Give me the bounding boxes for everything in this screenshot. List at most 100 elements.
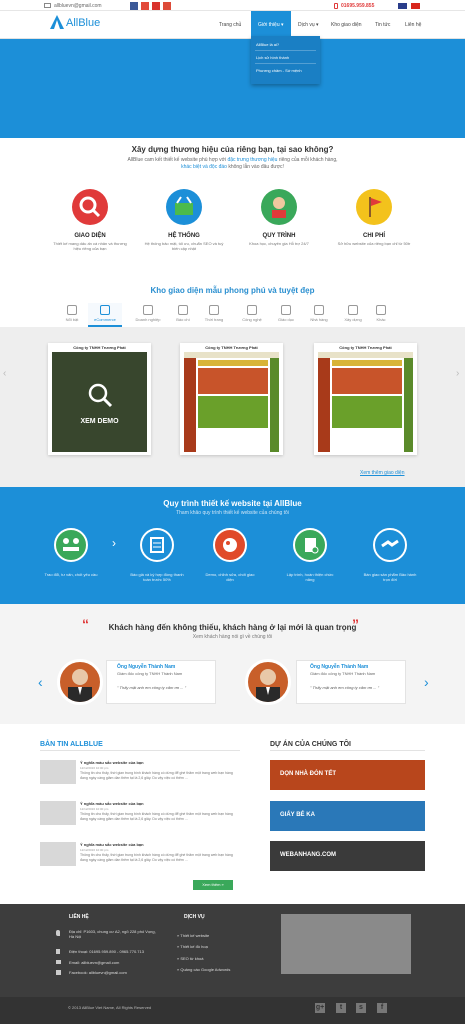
logo-icon[interactable] — [50, 15, 64, 29]
cost-feature-icon — [356, 189, 392, 225]
template-name: Công ty TNHH Trương Phát — [205, 345, 258, 350]
location-icon — [56, 930, 60, 936]
tab-education[interactable]: Giáo dục — [272, 303, 300, 327]
template-card[interactable]: Công ty TNHH Trương Phát — [180, 343, 283, 455]
footer-facebook[interactable]: Facebook: allbluevn@gmail.com — [69, 970, 127, 975]
footer-service-item[interactable]: » Thiết kế website — [177, 933, 209, 938]
youtube-icon[interactable] — [152, 2, 160, 10]
news-item-title[interactable]: Ý nghĩa màu sắc website của bạn — [80, 801, 144, 806]
feature-desc: Khoa học, chuyên gia Hỗ trợ 24/7 — [249, 241, 309, 246]
flag-en-icon[interactable] — [398, 3, 407, 9]
copyright-text: © 2013 AllBlue Viet Name, All Rights Res… — [68, 1005, 152, 1010]
testimonial-arrow-left-icon[interactable]: ‹ — [38, 674, 43, 690]
gallery-arrow-right-icon[interactable]: › — [456, 368, 459, 379]
tab-other[interactable]: Khác — [367, 303, 395, 327]
dropdown-item-history[interactable]: Lịch sử hình thành — [256, 55, 289, 60]
facebook-icon[interactable]: f — [377, 1003, 387, 1013]
mail-icon — [44, 3, 51, 8]
footer-service-item[interactable]: » SEO từ khoá — [177, 956, 203, 961]
template-screenshot: XEM DEMO — [52, 352, 147, 452]
template-card[interactable]: Công ty TNHH Trương Phát XEM DEMO — [48, 343, 151, 455]
testimonial-name: Ông Nguyễn Thành Nam — [117, 664, 176, 670]
monitor-icon — [247, 305, 257, 315]
nav-templates[interactable]: Kho giao diện — [331, 22, 362, 28]
footer-service-item[interactable]: » Quảng cáo Google Adwords — [177, 967, 230, 972]
news-item[interactable]: Ý nghĩa màu sắc website của bạn 12/12/20… — [40, 760, 240, 796]
news-item-title[interactable]: Ý nghĩa màu sắc website của bạn — [80, 760, 144, 765]
feature-title: CHI PHÍ — [362, 233, 385, 239]
develop-step-icon — [293, 528, 327, 562]
facebook-icon — [56, 970, 61, 975]
cutlery-icon — [314, 305, 324, 315]
nav-news[interactable]: Tin tức — [375, 22, 390, 28]
news-item-date: 12/12/2016 10:00 pm — [80, 807, 109, 811]
footer-email[interactable]: Email: allbluevn@gmail.com — [69, 960, 119, 965]
design-step-icon — [213, 528, 247, 562]
news-item-date: 12/12/2016 10:00 pm — [80, 766, 109, 770]
projects-title: DỰ ÁN CỦA CHÚNG TÔI — [270, 741, 351, 748]
feature-desc: Thiết kế mang dấu ấn cá nhân và thương h… — [53, 241, 127, 251]
nav-about[interactable]: Giới thiệu ▾ — [258, 22, 284, 28]
tab-restaurant[interactable]: Nhà hàng — [305, 303, 333, 327]
more-templates-link[interactable]: Xem thêm giao diện — [360, 470, 404, 476]
footer-service-item[interactable]: » Thiết kế đồ hoạ — [177, 944, 208, 949]
avatar — [245, 659, 291, 705]
nav-home[interactable]: Trang chủ — [219, 22, 241, 28]
feature-title: HỆ THỐNG — [168, 233, 200, 239]
footer-address: Địa chỉ: P1603, chung cư A2, ngõ 228 phố… — [69, 929, 156, 939]
demo-label[interactable]: XEM DEMO — [52, 418, 147, 425]
tab-technology[interactable]: Công nghệ — [236, 303, 268, 327]
process-subtitle: Tham khảo quy trình thiết kế website của… — [176, 510, 289, 516]
more-icon — [376, 305, 386, 315]
project-banner[interactable]: GIẤY BÉ KA — [270, 801, 425, 831]
logo-text[interactable]: AllBlue — [66, 17, 100, 29]
dropdown-divider — [255, 63, 316, 64]
topbar-phone[interactable]: 01695.959.855 — [341, 3, 374, 9]
phone-icon — [56, 949, 60, 954]
project-label: DỌN NHÀ ĐÓN TẾT — [280, 771, 336, 777]
search-icon — [88, 383, 113, 408]
facebook-icon[interactable] — [130, 2, 138, 10]
news-item[interactable]: Ý nghĩa màu sắc website của bạn 12/12/20… — [40, 842, 240, 878]
nav-services[interactable]: Dịch vụ ▾ — [298, 22, 319, 28]
topbar-email[interactable]: allbluevn@gmail.com — [54, 3, 102, 9]
google-plus-icon[interactable] — [163, 2, 171, 10]
intro-line1a: AllBlue cam kết thiết kế website phù hợp… — [127, 157, 228, 163]
about-dropdown: AllBlue là ai? Lịch sử hình thành Phương… — [251, 36, 320, 84]
news-item-title[interactable]: Ý nghĩa màu sắc website của bạn — [80, 842, 144, 847]
copyright-bar — [0, 997, 465, 1024]
flag-vn-icon[interactable] — [411, 3, 420, 9]
news-item[interactable]: Ý nghĩa màu sắc website của bạn 12/12/20… — [40, 801, 240, 837]
twitter-icon[interactable] — [141, 2, 149, 10]
footer-services-title: DỊCH VỤ — [184, 914, 205, 920]
google-plus-icon[interactable]: g+ — [315, 1003, 325, 1013]
dropdown-item-who[interactable]: AllBlue là ai? — [256, 42, 279, 47]
testimonial-arrow-right-icon[interactable]: › — [424, 674, 429, 690]
nav-contact[interactable]: Liên hệ — [405, 22, 421, 28]
step-label: Lập trình, hoàn thiện chức năng — [286, 572, 334, 582]
template-card[interactable]: Công ty TNHH Trương Phát — [314, 343, 417, 455]
tab-ecommerce[interactable]: eCommerce — [88, 303, 122, 327]
skype-icon[interactable]: s — [356, 1003, 366, 1013]
email-icon — [56, 960, 61, 964]
tab-fashion[interactable]: Thời trang — [200, 303, 228, 327]
news-item-excerpt: Thông tin cho thấy, thời gian trung bình… — [80, 812, 233, 821]
dropdown-item-mission[interactable]: Phương châm - Sứ mệnh — [256, 68, 302, 73]
tab-news[interactable]: Báo chí — [169, 303, 197, 327]
top-bar: allbluevn@gmail.com 01695.959.855 — [0, 0, 465, 11]
feature-title: QUY TRÌNH — [262, 233, 296, 239]
news-item-date: 12/12/2016 10:00 pm — [80, 848, 109, 852]
news-item-excerpt: Thông tin cho thấy, thời gian trung bình… — [80, 771, 233, 780]
news-more-button[interactable]: Xem thêm » — [193, 880, 233, 890]
project-banner[interactable]: DỌN NHÀ ĐÓN TẾT — [270, 760, 425, 790]
footer-map[interactable] — [281, 914, 411, 974]
gallery-arrow-left-icon[interactable]: ‹ — [3, 368, 6, 379]
tab-featured[interactable]: Nổi bật — [58, 303, 86, 327]
template-name: Công ty TNHH Trương Phát — [339, 345, 392, 350]
project-banner[interactable]: WEBANHANG.COM — [270, 841, 425, 871]
intro-highlight1: đặc trưng thương hiệu — [227, 157, 278, 163]
twitter-icon[interactable]: t — [336, 1003, 346, 1013]
feature-desc: Sở hữu website của riêng bạn chỉ từ 50tr — [337, 241, 411, 246]
tab-construction[interactable]: Xây dựng — [339, 303, 367, 327]
tab-business[interactable]: Doanh nghiệp — [131, 303, 165, 327]
